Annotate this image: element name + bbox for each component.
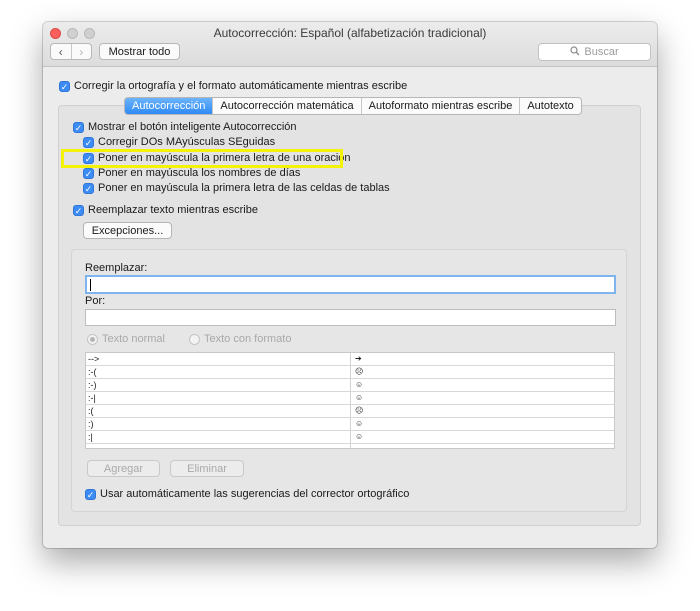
table-cell-with: ☹ [355,406,364,415]
autocorrect-master-label: Corregir la ortografía y el formato auto… [74,80,408,92]
capitalize-table-cells-label: Poner en mayúscula la primera letra de l… [98,182,390,194]
table-cell-with: ☺ [355,419,364,428]
search-placeholder: Buscar [584,46,619,58]
replace-text-label: Reemplazar texto mientras escribe [88,204,258,216]
use-spelling-suggestions-label: Usar automáticamente las sugerencias del… [100,488,410,500]
checkbox-checkmark-icon: ✓ [85,488,96,500]
table-cell-replace [86,444,351,448]
chevron-right-icon: › [79,44,84,59]
with-input[interactable] [85,309,616,326]
table-row[interactable]: :) ☺ [86,418,614,431]
capitalize-days-checkbox[interactable]: ✓ Poner en mayúscula los nombres de días [83,167,300,179]
capitalize-days-label: Poner en mayúscula los nombres de días [98,167,301,179]
chevron-left-icon: ‹ [58,44,63,59]
autocorrect-window: Autocorrección: Español (alfabetización … [43,22,657,548]
correct-two-caps-label: Corregir DOs MAyúsculas SEguidas [98,136,276,148]
table-cell-replace: :) [86,418,351,430]
tab-bar: Autocorrección Autocorrección matemática… [124,97,582,115]
table-row[interactable]: :| ☺ [86,431,614,444]
show-smart-button-checkbox[interactable]: ✓ Mostrar el botón inteligente Autocorre… [73,121,297,133]
table-cell-replace: :-) [86,379,351,391]
tab-math-autocorrect[interactable]: Autocorrección matemática [212,98,360,114]
table-cell-replace: :-| [86,392,351,404]
table-cell-replace: --> [86,353,351,365]
table-row[interactable]: :-( ☹ [86,366,614,379]
window-title: Autocorrección: Español (alfabetización … [213,26,487,40]
navigation-buttons: ‹ › [50,43,92,60]
replace-text-checkbox[interactable]: ✓ Reemplazar texto mientras escribe [73,204,258,216]
table-row[interactable]: :-| ☺ [86,392,614,405]
table-cell-with: ☺ [355,393,364,402]
tab-autotext[interactable]: Autotexto [519,98,580,114]
add-button[interactable]: Agregar [87,460,160,477]
checkbox-checkmark-icon: ✓ [83,182,94,194]
table-cell-replace: :| [86,431,351,443]
show-all-button[interactable]: Mostrar todo [99,43,180,60]
correct-two-caps-checkbox[interactable]: ✓ Corregir DOs MAyúsculas SEguidas [83,136,275,148]
search-field[interactable]: Buscar [538,43,651,61]
checkbox-checkmark-icon: ✓ [83,136,94,148]
table-cell-with [351,444,614,448]
checkbox-checkmark-icon: ✓ [83,167,94,179]
replace-label: Reemplazar: [85,262,148,274]
table-row[interactable]: --> ➔ [86,353,614,366]
yellow-highlight-annotation [61,149,343,168]
table-cell-with: ➔ [355,354,362,363]
back-button[interactable]: ‹ [51,44,71,59]
table-cell-with: ☺ [355,432,364,441]
radio-selected-icon [87,333,98,345]
table-cell-replace: :( [86,405,351,417]
checkbox-checkmark-icon: ✓ [59,80,70,92]
plain-text-radio-label: Texto normal [102,333,165,345]
show-smart-button-label: Mostrar el botón inteligente Autocorrecc… [88,121,297,133]
forward-button[interactable]: › [70,44,92,59]
tab-autocorrect[interactable]: Autocorrección [125,98,213,114]
replacement-table[interactable]: --> ➔ :-( ☹ :-) ☺ :-| ☺ :( ☹ :) ☺ :| ☺ [85,352,615,449]
tab-autoformat[interactable]: Autoformato mientras escribe [360,98,520,114]
table-cell-with: ☹ [355,367,364,376]
use-spelling-suggestions-checkbox[interactable]: ✓ Usar automáticamente las sugerencias d… [85,488,409,500]
exceptions-button[interactable]: Excepciones... [83,222,172,239]
table-row[interactable]: :( ☹ [86,405,614,418]
capitalize-table-cells-checkbox[interactable]: ✓ Poner en mayúscula la primera letra de… [83,182,390,194]
checkbox-checkmark-icon: ✓ [73,121,84,133]
delete-button[interactable]: Eliminar [170,460,244,477]
table-cell-replace: :-( [86,366,351,378]
replace-input[interactable] [85,275,616,294]
table-cell-with: ☺ [355,380,364,389]
formatted-text-radio-label: Texto con formato [204,333,292,345]
title-bar: Autocorrección: Español (alfabetización … [43,22,657,67]
text-cursor [90,279,91,291]
table-row[interactable]: :-) ☺ [86,379,614,392]
radio-unselected-icon [189,333,200,345]
magnifier-icon [570,45,580,59]
autocorrect-master-checkbox[interactable]: ✓ Corregir la ortografía y el formato au… [59,80,407,92]
with-label: Por: [85,295,106,307]
formatted-text-radio[interactable]: Texto con formato [189,333,291,345]
table-row-partial[interactable] [86,444,614,448]
plain-text-radio[interactable]: Texto normal [87,333,165,345]
checkbox-checkmark-icon: ✓ [73,204,84,216]
